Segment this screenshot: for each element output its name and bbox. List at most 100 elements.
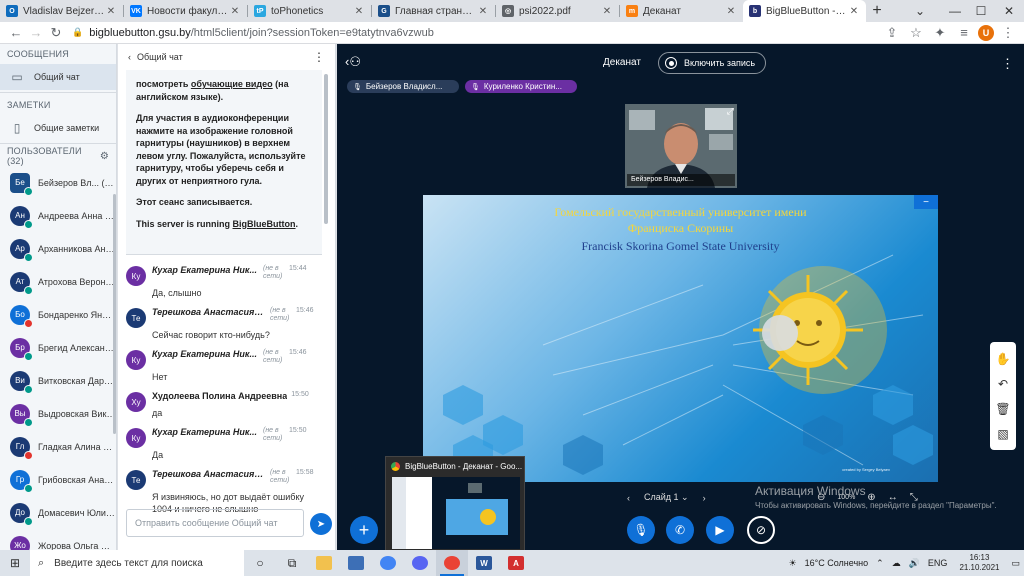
user-list-item[interactable]: Бр Брегид Александ...	[0, 331, 116, 364]
browser-tab[interactable]: b BigBlueButton - Дек ✕	[743, 0, 866, 22]
user-list-item[interactable]: Ар Арханникова Анк...	[0, 232, 116, 265]
gear-icon[interactable]: ⚙	[100, 151, 109, 162]
chevron-left-icon[interactable]: ‹	[128, 52, 131, 62]
tutorial-video-link[interactable]: обучающие видео	[191, 79, 273, 89]
user-list-item[interactable]: Бо Бондаренко Яна ...	[0, 298, 116, 331]
browser-tab[interactable]: VK Новости факультета пс✕	[124, 0, 247, 22]
close-tab-icon[interactable]: ✕	[353, 6, 365, 17]
windows-start-icon[interactable]: ⊞	[0, 550, 30, 576]
close-window-icon[interactable]: ✕	[994, 0, 1024, 22]
volume-icon[interactable]: 🔊	[905, 558, 924, 569]
presentation-slide[interactable]: Гомельский государственный университет и…	[423, 195, 938, 482]
shared-notes-item[interactable]: ▯ Общие заметки	[0, 115, 116, 141]
chat-message-input[interactable]: Отправить сообщение Общий чат	[126, 509, 304, 537]
clock[interactable]: 16:13 21.10.2021	[951, 553, 1007, 573]
trash-icon[interactable]: 🗑	[995, 402, 1010, 416]
onedrive-icon[interactable]: ☁	[888, 558, 905, 569]
next-slide-icon[interactable]: ›	[703, 493, 706, 503]
user-list-item[interactable]: Гл Гладкая Алина Н...	[0, 430, 116, 463]
tab-title: psi2022.pdf	[519, 5, 571, 17]
browser-tab[interactable]: tP toPhonetics ✕	[248, 0, 371, 22]
chrome-taskbar-icon[interactable]	[372, 550, 404, 576]
chat-title[interactable]: Общий чат	[137, 52, 183, 62]
send-message-button[interactable]: ➤	[310, 513, 332, 535]
tray-expand-icon[interactable]: ⌃	[872, 558, 888, 569]
close-tab-icon[interactable]: ✕	[229, 6, 241, 17]
record-button[interactable]: Включить запись	[658, 52, 767, 74]
undo-icon[interactable]: ↶	[998, 377, 1008, 391]
back-icon[interactable]: ←	[6, 23, 26, 43]
user-list-item[interactable]: Ат Атрохова Верони...	[0, 265, 116, 298]
close-tab-icon[interactable]: ✕	[725, 6, 737, 17]
browser-tab[interactable]: O Vladislav Bejzerov - Outlo✕	[0, 0, 123, 22]
forward-icon[interactable]: →	[26, 23, 46, 43]
user-list-scrollbar[interactable]	[113, 194, 116, 434]
screen-share-button[interactable]: ⊘	[747, 516, 775, 544]
user-list-item[interactable]: Вы Выдровская Викт...	[0, 397, 116, 430]
profile-avatar[interactable]: U	[978, 24, 994, 41]
phone-button[interactable]: ✆	[666, 516, 694, 544]
new-tab-icon[interactable]: +	[866, 0, 888, 22]
task-view-icon[interactable]: ⧉	[276, 550, 308, 576]
browser-tab[interactable]: ◎ psi2022.pdf ✕	[496, 0, 619, 22]
microphone-button[interactable]: 🎙	[627, 516, 655, 544]
slide-select[interactable]: Слайд 1 ⌄	[644, 492, 689, 503]
extensions-icon[interactable]: ✦	[930, 23, 950, 43]
language-label[interactable]: ENG	[924, 558, 952, 568]
message-author: Кухар Екатерина Ник...	[152, 427, 257, 437]
avatar: Вы	[10, 403, 33, 427]
camera-button[interactable]: ▶	[706, 516, 734, 544]
taskbar-window-preview[interactable]: BigBlueButton - Деканат - Goo...	[385, 456, 525, 552]
browser-menu-icon[interactable]: ⋮	[998, 23, 1018, 43]
user-list-toggle-icon[interactable]: ‹⚇	[345, 54, 361, 70]
public-chat-item[interactable]: ▭ Общий чат	[0, 64, 116, 90]
moodle-icon: m	[626, 5, 638, 17]
share-page-icon[interactable]: ⇪	[882, 23, 902, 43]
bigbluebutton-link[interactable]: BigBlueButton	[233, 219, 296, 229]
url-field[interactable]: 🔒 bigbluebutton.gsu.by/html5client/join?…	[72, 24, 882, 42]
minimize-presentation-button[interactable]: −	[914, 195, 938, 209]
reload-icon[interactable]: ↻	[46, 23, 66, 43]
chat-scrollbar[interactable]	[324, 74, 328, 224]
discord-icon[interactable]	[404, 550, 436, 576]
maximize-window-icon[interactable]: ☐	[966, 0, 996, 22]
browser-tab[interactable]: G Главная страница | Гом✕	[372, 0, 495, 22]
user-list-item[interactable]: До Домасевич Юлия ...	[0, 496, 116, 529]
store-icon[interactable]	[340, 550, 372, 576]
reading-list-icon[interactable]: ≡	[954, 23, 974, 43]
chat-options-icon[interactable]: ⋮	[313, 50, 325, 64]
file-explorer-icon[interactable]	[308, 550, 340, 576]
cortana-icon[interactable]: ○	[244, 550, 276, 576]
close-tab-icon[interactable]: ✕	[105, 6, 117, 17]
tab-search-icon[interactable]: ⌄	[905, 0, 935, 22]
webcam-video[interactable]: ⤢ Бейзеров Владис...	[625, 104, 737, 188]
previous-slide-icon[interactable]: ‹	[627, 493, 630, 503]
chrome-active-icon[interactable]	[436, 550, 468, 576]
multi-user-board-icon[interactable]: ▧	[997, 427, 1008, 441]
tab-title: Деканат	[643, 5, 681, 17]
user-list-item[interactable]: Ви Витковская Дарь...	[0, 364, 116, 397]
user-list-item[interactable]: Гр Грибовская Анаст...	[0, 463, 116, 496]
weather-icon[interactable]: ☀	[785, 558, 801, 569]
talking-indicator[interactable]: 🎙 Бейзеров Владисл...	[347, 80, 459, 93]
avatar: Гл	[10, 436, 33, 460]
user-list-item[interactable]: Ан Андреева Анна Д...	[0, 199, 116, 232]
close-tab-icon[interactable]: ✕	[477, 6, 489, 17]
word-icon[interactable]: W	[468, 550, 500, 576]
avatar-initials: Вы	[14, 409, 26, 418]
hand-tool-icon[interactable]: ✋	[996, 352, 1011, 366]
notifications-icon[interactable]: ▭	[1007, 558, 1024, 569]
users-heading-label: ПОЛЬЗОВАТЕЛИ (32)	[7, 146, 82, 166]
close-tab-icon[interactable]: ✕	[848, 6, 860, 17]
bookmark-star-icon[interactable]: ☆	[906, 23, 926, 43]
fullscreen-icon[interactable]: ⤢	[727, 106, 734, 117]
actions-plus-button[interactable]: +	[350, 516, 378, 544]
taskbar-search[interactable]: ⌕ Введите здесь текст для поиска	[30, 550, 244, 576]
acrobat-icon[interactable]: A	[500, 550, 532, 576]
options-menu-icon[interactable]: ⋮	[1001, 56, 1014, 72]
talking-indicator[interactable]: 🎙 Куриленко Кристин...	[465, 80, 577, 93]
browser-tab[interactable]: m Деканат ✕	[620, 0, 743, 22]
user-list-item[interactable]: Бе Бейзеров Вл... (Вы)	[0, 166, 116, 199]
weather-label[interactable]: 16°C Солнечно	[801, 558, 873, 568]
close-tab-icon[interactable]: ✕	[601, 6, 613, 17]
